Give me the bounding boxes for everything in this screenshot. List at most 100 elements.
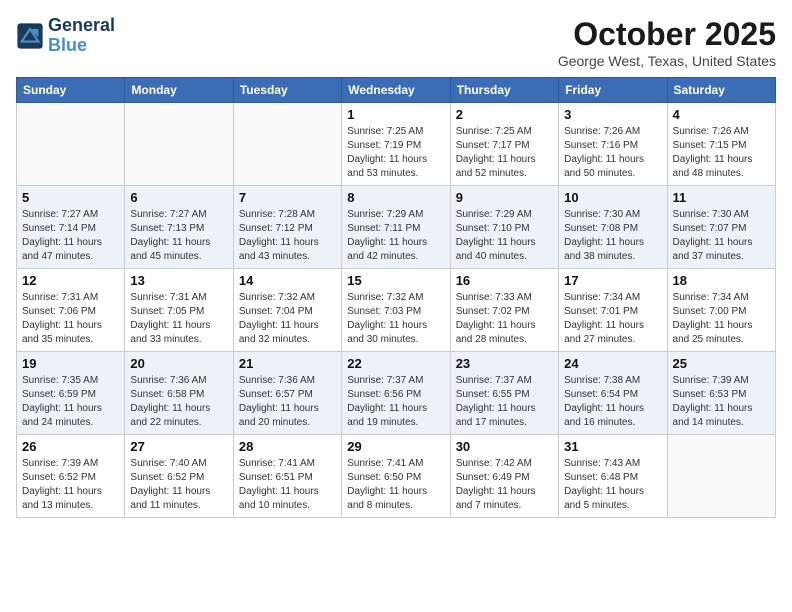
day-number: 4 (673, 107, 770, 122)
day-number: 6 (130, 190, 227, 205)
day-number: 7 (239, 190, 336, 205)
calendar-cell: 30 Sunrise: 7:42 AMSunset: 6:49 PMDayligh… (450, 435, 558, 518)
day-info: Sunrise: 7:26 AMSunset: 7:16 PMDaylight:… (564, 125, 661, 181)
calendar-cell (17, 103, 125, 186)
day-info: Sunrise: 7:31 AMSunset: 7:05 PMDaylight:… (130, 291, 227, 347)
day-info: Sunrise: 7:27 AMSunset: 7:13 PMDaylight:… (130, 208, 227, 264)
calendar-cell: 29 Sunrise: 7:41 AMSunset: 6:50 PMDayligh… (342, 435, 450, 518)
logo-line1: General (48, 16, 115, 36)
day-number: 23 (456, 356, 553, 371)
day-number: 5 (22, 190, 119, 205)
day-info: Sunrise: 7:42 AMSunset: 6:49 PMDaylight:… (456, 457, 553, 513)
day-number: 22 (347, 356, 444, 371)
day-info: Sunrise: 7:29 AMSunset: 7:11 PMDaylight:… (347, 208, 444, 264)
day-info: Sunrise: 7:34 AMSunset: 7:01 PMDaylight:… (564, 291, 661, 347)
day-info: Sunrise: 7:35 AMSunset: 6:59 PMDaylight:… (22, 374, 119, 430)
calendar-cell: 12 Sunrise: 7:31 AMSunset: 7:06 PMDayligh… (17, 269, 125, 352)
calendar-cell (667, 435, 775, 518)
day-info: Sunrise: 7:32 AMSunset: 7:03 PMDaylight:… (347, 291, 444, 347)
weekday-header: Thursday (450, 78, 558, 103)
day-info: Sunrise: 7:30 AMSunset: 7:08 PMDaylight:… (564, 208, 661, 264)
calendar-cell: 14Sunrise: 7:32 AMSunset: 7:04 PMDayligh… (233, 269, 341, 352)
day-info: Sunrise: 7:26 AMSunset: 7:15 PMDaylight:… (673, 125, 770, 181)
calendar-cell: 17Sunrise: 7:34 AMSunset: 7:01 PMDayligh… (559, 269, 667, 352)
day-info: Sunrise: 7:33 AMSunset: 7:02 PMDaylight:… (456, 291, 553, 347)
day-number: 21 (239, 356, 336, 371)
day-info: Sunrise: 7:25 AMSunset: 7:19 PMDaylight:… (347, 125, 444, 181)
calendar-cell: 6 Sunrise: 7:27 AMSunset: 7:13 PMDaylight… (125, 186, 233, 269)
day-info: Sunrise: 7:41 AMSunset: 6:51 PMDaylight:… (239, 457, 336, 513)
calendar-week-row: 26Sunrise: 7:39 AMSunset: 6:52 PMDayligh… (17, 435, 776, 518)
weekday-header: Saturday (667, 78, 775, 103)
day-number: 1 (347, 107, 444, 122)
day-info: Sunrise: 7:30 AMSunset: 7:07 PMDaylight:… (673, 208, 770, 264)
month-title: October 2025 (558, 16, 776, 53)
calendar-cell: 10 Sunrise: 7:30 AMSunset: 7:08 PMDayligh… (559, 186, 667, 269)
day-number: 2 (456, 107, 553, 122)
day-number: 15 (347, 273, 444, 288)
day-number: 19 (22, 356, 119, 371)
day-number: 20 (130, 356, 227, 371)
calendar-cell: 18 Sunrise: 7:34 AMSunset: 7:00 PMDayligh… (667, 269, 775, 352)
day-info: Sunrise: 7:36 AMSunset: 6:58 PMDaylight:… (130, 374, 227, 430)
calendar-cell: 20 Sunrise: 7:36 AMSunset: 6:58 PMDayligh… (125, 352, 233, 435)
page-header: General Blue October 2025 George West, T… (16, 16, 776, 69)
day-info: Sunrise: 7:28 AMSunset: 7:12 PMDaylight:… (239, 208, 336, 264)
day-info: Sunrise: 7:38 AMSunset: 6:54 PMDaylight:… (564, 374, 661, 430)
logo-line2: Blue (48, 35, 87, 55)
calendar-cell: 26Sunrise: 7:39 AMSunset: 6:52 PMDayligh… (17, 435, 125, 518)
calendar-week-row: 12 Sunrise: 7:31 AMSunset: 7:06 PMDayligh… (17, 269, 776, 352)
day-number: 26 (22, 439, 119, 454)
calendar-cell: 3 Sunrise: 7:26 AMSunset: 7:16 PMDaylight… (559, 103, 667, 186)
calendar-cell: 4 Sunrise: 7:26 AMSunset: 7:15 PMDaylight… (667, 103, 775, 186)
day-info: Sunrise: 7:31 AMSunset: 7:06 PMDaylight:… (22, 291, 119, 347)
weekday-header: Tuesday (233, 78, 341, 103)
day-number: 13 (130, 273, 227, 288)
calendar-cell: 9 Sunrise: 7:29 AMSunset: 7:10 PMDaylight… (450, 186, 558, 269)
calendar-cell: 21 Sunrise: 7:36 AMSunset: 6:57 PMDayligh… (233, 352, 341, 435)
calendar-cell: 23Sunrise: 7:37 AMSunset: 6:55 PMDayligh… (450, 352, 558, 435)
day-number: 31 (564, 439, 661, 454)
calendar-cell: 27Sunrise: 7:40 AMSunset: 6:52 PMDayligh… (125, 435, 233, 518)
weekday-header: Monday (125, 78, 233, 103)
calendar-cell: 2 Sunrise: 7:25 AMSunset: 7:17 PMDaylight… (450, 103, 558, 186)
day-info: Sunrise: 7:27 AMSunset: 7:14 PMDaylight:… (22, 208, 119, 264)
day-info: Sunrise: 7:39 AMSunset: 6:53 PMDaylight:… (673, 374, 770, 430)
day-number: 9 (456, 190, 553, 205)
day-number: 24 (564, 356, 661, 371)
day-info: Sunrise: 7:29 AMSunset: 7:10 PMDaylight:… (456, 208, 553, 264)
logo-text: General Blue (48, 16, 115, 56)
day-number: 10 (564, 190, 661, 205)
day-info: Sunrise: 7:43 AMSunset: 6:48 PMDaylight:… (564, 457, 661, 513)
day-info: Sunrise: 7:37 AMSunset: 6:56 PMDaylight:… (347, 374, 444, 430)
day-number: 18 (673, 273, 770, 288)
day-number: 12 (22, 273, 119, 288)
calendar-cell: 8 Sunrise: 7:29 AMSunset: 7:11 PMDaylight… (342, 186, 450, 269)
day-info: Sunrise: 7:25 AMSunset: 7:17 PMDaylight:… (456, 125, 553, 181)
day-info: Sunrise: 7:41 AMSunset: 6:50 PMDaylight:… (347, 457, 444, 513)
day-number: 3 (564, 107, 661, 122)
day-number: 8 (347, 190, 444, 205)
calendar-cell: 19 Sunrise: 7:35 AMSunset: 6:59 PMDayligh… (17, 352, 125, 435)
day-info: Sunrise: 7:32 AMSunset: 7:04 PMDaylight:… (239, 291, 336, 347)
calendar-cell: 13 Sunrise: 7:31 AMSunset: 7:05 PMDayligh… (125, 269, 233, 352)
weekday-header: Wednesday (342, 78, 450, 103)
calendar-week-row: 1 Sunrise: 7:25 AMSunset: 7:19 PMDaylight… (17, 103, 776, 186)
calendar-cell (125, 103, 233, 186)
day-info: Sunrise: 7:34 AMSunset: 7:00 PMDaylight:… (673, 291, 770, 347)
calendar-header-row: SundayMondayTuesdayWednesdayThursdayFrid… (17, 78, 776, 103)
weekday-header: Sunday (17, 78, 125, 103)
calendar-cell: 16Sunrise: 7:33 AMSunset: 7:02 PMDayligh… (450, 269, 558, 352)
day-number: 25 (673, 356, 770, 371)
calendar-cell: 25 Sunrise: 7:39 AMSunset: 6:53 PMDayligh… (667, 352, 775, 435)
calendar-table: SundayMondayTuesdayWednesdayThursdayFrid… (16, 77, 776, 518)
logo-icon (16, 22, 44, 50)
calendar-cell: 31 Sunrise: 7:43 AMSunset: 6:48 PMDayligh… (559, 435, 667, 518)
day-number: 29 (347, 439, 444, 454)
day-number: 27 (130, 439, 227, 454)
title-block: October 2025 George West, Texas, United … (558, 16, 776, 69)
day-info: Sunrise: 7:36 AMSunset: 6:57 PMDaylight:… (239, 374, 336, 430)
location-title: George West, Texas, United States (558, 53, 776, 69)
day-number: 30 (456, 439, 553, 454)
calendar-week-row: 5 Sunrise: 7:27 AMSunset: 7:14 PMDaylight… (17, 186, 776, 269)
